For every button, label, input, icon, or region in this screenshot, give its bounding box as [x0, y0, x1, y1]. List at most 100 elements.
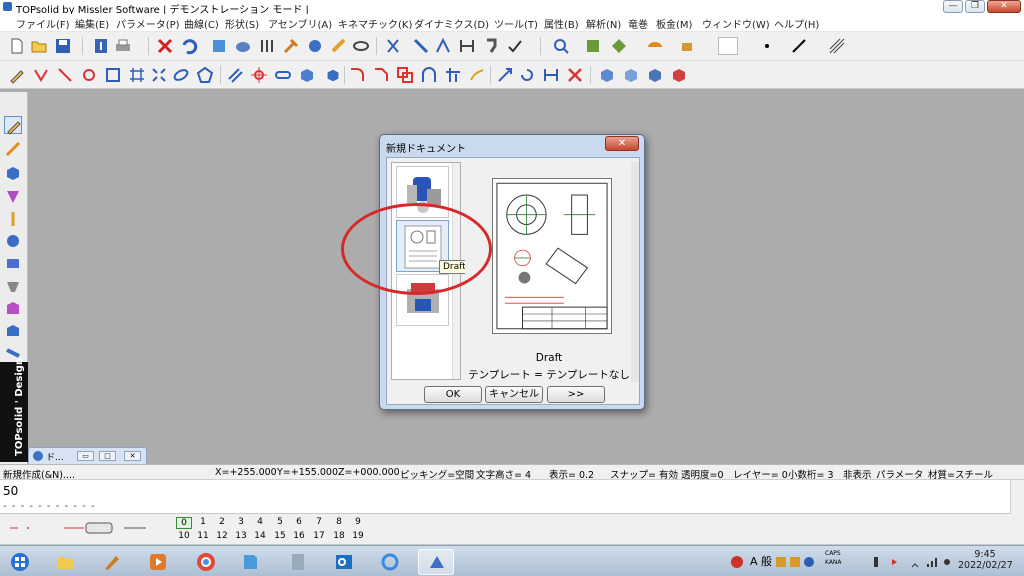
- curve-mode-icon[interactable]: [4, 140, 22, 158]
- view-front-icon[interactable]: [598, 66, 616, 84]
- menu-tornado[interactable]: 竜巻: [628, 16, 648, 31]
- pencil-icon[interactable]: [8, 66, 26, 84]
- view-top-icon[interactable]: [622, 66, 640, 84]
- crosshair-icon[interactable]: [250, 66, 268, 84]
- frame-icon[interactable]: [128, 66, 146, 84]
- topsolid-taskbar-icon[interactable]: [418, 549, 454, 575]
- input-scrollbar[interactable]: [1010, 480, 1024, 514]
- rotate-icon[interactable]: [518, 66, 536, 84]
- chrome-icon[interactable]: [188, 549, 224, 575]
- zoom-icon[interactable]: [552, 37, 570, 55]
- command-input-value[interactable]: 50: [3, 484, 18, 498]
- distance-icon[interactable]: [434, 37, 452, 55]
- menu-attributes[interactable]: 属性(B): [544, 16, 579, 31]
- trim-icon[interactable]: [444, 66, 462, 84]
- status-transparency[interactable]: 透明度=0: [681, 467, 724, 481]
- menu-kinematics[interactable]: キネマチック(K): [338, 16, 412, 31]
- status-text-height[interactable]: 文字高さ= 4: [476, 467, 531, 481]
- status-hidden[interactable]: 非表示: [843, 467, 872, 481]
- status-picking[interactable]: ピッキング=空間: [400, 467, 474, 481]
- point-style-icon[interactable]: [758, 37, 776, 55]
- open-folder-icon[interactable]: [30, 37, 48, 55]
- dialog-close-button[interactable]: ✕: [605, 136, 639, 151]
- media-player-icon[interactable]: [140, 549, 176, 575]
- offset-icon[interactable]: [468, 66, 486, 84]
- polygon-icon[interactable]: [196, 66, 214, 84]
- electrode-mode-icon[interactable]: [4, 322, 22, 340]
- status-material[interactable]: 材質=スチール: [928, 467, 993, 481]
- layer-2[interactable]: 2: [214, 517, 230, 527]
- layer-3[interactable]: 3: [233, 517, 249, 527]
- settings-icon[interactable]: [258, 37, 276, 55]
- ok-button[interactable]: OK: [424, 386, 482, 403]
- fit-view-icon[interactable]: [584, 37, 602, 55]
- print-icon[interactable]: [114, 37, 132, 55]
- paint-icon[interactable]: [94, 549, 130, 575]
- layer-10[interactable]: 10: [176, 531, 192, 541]
- move-icon[interactable]: [496, 66, 514, 84]
- layer-19[interactable]: 19: [350, 531, 366, 541]
- tray-icons[interactable]: [872, 555, 952, 569]
- check-icon[interactable]: [506, 37, 524, 55]
- mold-mode-icon[interactable]: [4, 300, 22, 318]
- start-button[interactable]: [2, 549, 38, 575]
- menu-analysis[interactable]: 解析(N): [586, 16, 621, 31]
- hammer-icon[interactable]: [282, 37, 300, 55]
- view-side-icon[interactable]: [646, 66, 664, 84]
- language-bar-icon[interactable]: [730, 555, 744, 569]
- layers-icon[interactable]: [210, 37, 228, 55]
- status-decimals[interactable]: 小数桁= 3: [788, 467, 834, 481]
- command-input-area[interactable]: 50 - - - - - - - - - - -: [0, 480, 1024, 514]
- document-tab[interactable]: ド... ▭ □ ✕: [28, 447, 147, 464]
- layer-9[interactable]: 9: [350, 517, 366, 527]
- line-type-selector[interactable]: [6, 520, 166, 540]
- polyline-icon[interactable]: [32, 66, 50, 84]
- layer-16[interactable]: 16: [291, 531, 307, 541]
- layer-15[interactable]: 15: [272, 531, 288, 541]
- properties-icon[interactable]: [92, 37, 110, 55]
- render-icon[interactable]: [646, 37, 664, 55]
- cut-icon[interactable]: [384, 37, 402, 55]
- point-icon[interactable]: [80, 66, 98, 84]
- menu-curves[interactable]: 曲線(C): [184, 16, 219, 31]
- layer-8[interactable]: 8: [331, 517, 347, 527]
- status-parameters[interactable]: パラメータ: [876, 467, 923, 481]
- explorer-icon[interactable]: [48, 549, 84, 575]
- menu-window[interactable]: ウィンドウ(W): [702, 16, 770, 31]
- calculator-icon[interactable]: [280, 549, 316, 575]
- clock[interactable]: 9:45 2022/02/27: [958, 549, 1013, 571]
- outlook-icon[interactable]: [326, 549, 362, 575]
- stretch-icon[interactable]: [542, 66, 560, 84]
- corner-icon[interactable]: [150, 66, 168, 84]
- assembly-mode-icon[interactable]: [4, 232, 22, 250]
- ime-tools-icon[interactable]: [776, 556, 816, 568]
- line-thickness-selector[interactable]: [85, 522, 113, 534]
- layer-14[interactable]: 14: [252, 531, 268, 541]
- layer-1[interactable]: 1: [195, 517, 211, 527]
- menu-edit[interactable]: 編集(E): [75, 16, 109, 31]
- attribute-icon[interactable]: [306, 37, 324, 55]
- view-direction-icon[interactable]: [610, 37, 628, 55]
- rectangle-icon[interactable]: [104, 66, 122, 84]
- layer-13[interactable]: 13: [233, 531, 249, 541]
- layer-17[interactable]: 17: [311, 531, 327, 541]
- slot-icon[interactable]: [274, 66, 292, 84]
- menu-help[interactable]: ヘルプ(H): [774, 16, 819, 31]
- parallel-lines-icon[interactable]: [226, 66, 244, 84]
- layer-11[interactable]: 11: [195, 531, 211, 541]
- ellipse-icon[interactable]: [172, 66, 190, 84]
- new-document-icon[interactable]: [8, 37, 26, 55]
- undo-icon[interactable]: [180, 37, 198, 55]
- line-style-icon[interactable]: [790, 37, 808, 55]
- chamfer-icon[interactable]: [372, 66, 390, 84]
- notepad-icon[interactable]: [232, 549, 268, 575]
- shape-icon[interactable]: [324, 66, 342, 84]
- restore-button[interactable]: ❐: [965, 0, 985, 13]
- solid-block-icon[interactable]: [298, 66, 316, 84]
- material-icon[interactable]: [330, 37, 348, 55]
- internet-explorer-icon[interactable]: [372, 549, 408, 575]
- surface-mode-icon[interactable]: [4, 188, 22, 206]
- sketch-mode-icon[interactable]: [4, 116, 22, 135]
- save-icon[interactable]: [54, 37, 72, 55]
- modify-icon[interactable]: [234, 37, 252, 55]
